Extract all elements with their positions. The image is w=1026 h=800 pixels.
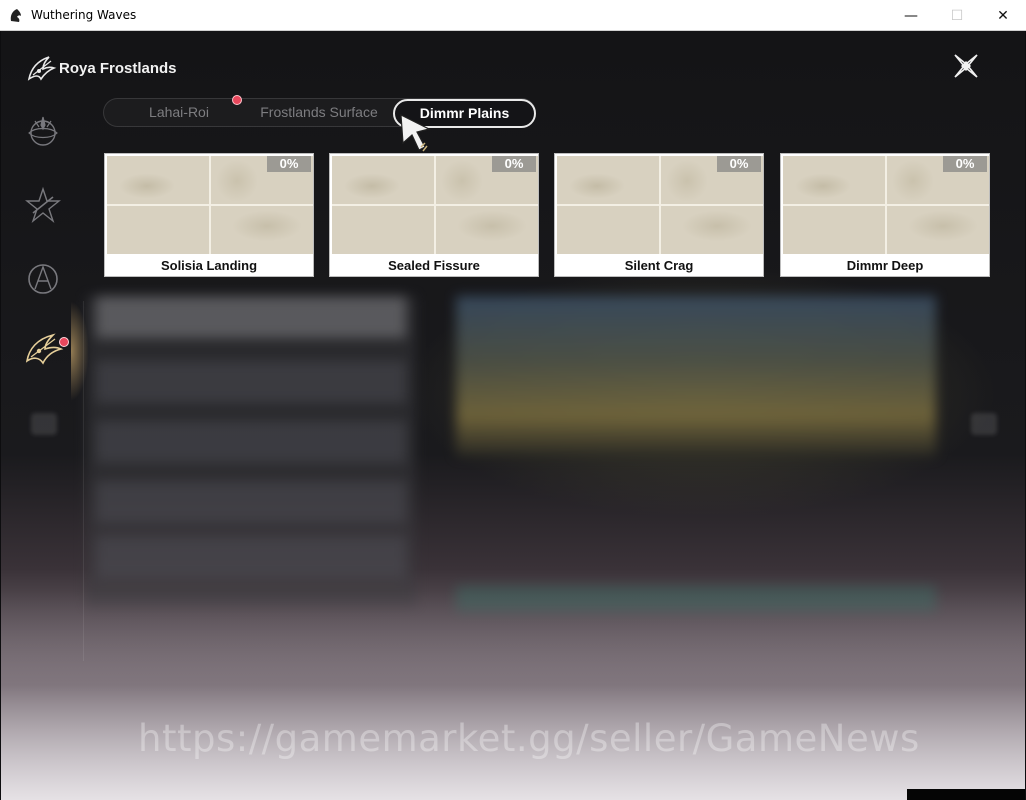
area-name: Sealed Fissure bbox=[388, 258, 480, 273]
corner-bar bbox=[907, 789, 1025, 800]
mouse-cursor-icon bbox=[400, 113, 431, 152]
app-icon bbox=[10, 9, 21, 22]
area-card[interactable]: 0% Solisia Landing bbox=[104, 153, 314, 277]
area-progress: 0% bbox=[267, 156, 311, 172]
blurred-row bbox=[96, 481, 406, 523]
active-indicator bbox=[71, 301, 89, 401]
window-titlebar: Wuthering Waves — ☐ ✕ bbox=[0, 0, 1026, 31]
region-title: Roya Frostlands bbox=[59, 60, 177, 77]
game-viewport: Roya Frostlands Lahai-Roi Frostlands Sur… bbox=[1, 31, 1025, 800]
area-card[interactable]: 0% Silent Crag bbox=[554, 153, 764, 277]
area-name: Silent Crag bbox=[624, 258, 694, 273]
star-emblem-icon bbox=[25, 186, 61, 224]
area-name: Dimmr Deep bbox=[846, 258, 924, 273]
sidebar-item-3[interactable] bbox=[21, 257, 65, 301]
subregion-tab-bar: Lahai-Roi Frostlands Surface Dimmr Plain… bbox=[103, 98, 536, 128]
tab-lahai-roi[interactable]: Lahai-Roi bbox=[124, 99, 234, 128]
region-emblem-icon bbox=[27, 56, 57, 81]
blurred-row bbox=[96, 421, 406, 463]
ring-emblem-icon bbox=[28, 264, 58, 294]
tab-frostlands-surface[interactable]: Frostlands Surface bbox=[244, 99, 394, 128]
sidebar-item-2[interactable] bbox=[21, 183, 65, 227]
area-card[interactable]: 0% Dimmr Deep bbox=[780, 153, 990, 277]
area-progress: 0% bbox=[717, 156, 761, 172]
sidebar-item-1[interactable] bbox=[21, 109, 65, 153]
maximize-button[interactable]: ☐ bbox=[934, 0, 980, 31]
notification-dot bbox=[59, 337, 69, 347]
minimize-button[interactable]: — bbox=[888, 0, 934, 31]
window-controls: — ☐ ✕ bbox=[888, 0, 1026, 31]
blurred-row bbox=[96, 536, 406, 578]
blurred-row bbox=[96, 296, 406, 338]
watermark-text: https://gamemarket.gg/seller/GameNews bbox=[138, 717, 920, 760]
ornate-emblem-icon bbox=[28, 116, 58, 146]
sidebar-item-4[interactable] bbox=[21, 327, 65, 371]
close-window-button[interactable]: ✕ bbox=[980, 0, 1026, 31]
window-title: Wuthering Waves bbox=[31, 8, 137, 22]
next-arrow[interactable] bbox=[971, 413, 997, 435]
area-progress: 0% bbox=[943, 156, 987, 172]
area-card[interactable]: 0% Sealed Fissure bbox=[329, 153, 539, 277]
close-x-icon[interactable] bbox=[951, 51, 981, 81]
prev-arrow[interactable] bbox=[31, 413, 57, 435]
tab-notification-dot bbox=[232, 95, 242, 105]
wing-emblem-icon bbox=[25, 333, 64, 365]
area-progress: 0% bbox=[492, 156, 536, 172]
blurred-row bbox=[96, 361, 406, 403]
area-name: Solisia Landing bbox=[160, 258, 258, 273]
bottom-fade bbox=[1, 591, 1025, 800]
blurred-preview-image bbox=[456, 296, 936, 456]
